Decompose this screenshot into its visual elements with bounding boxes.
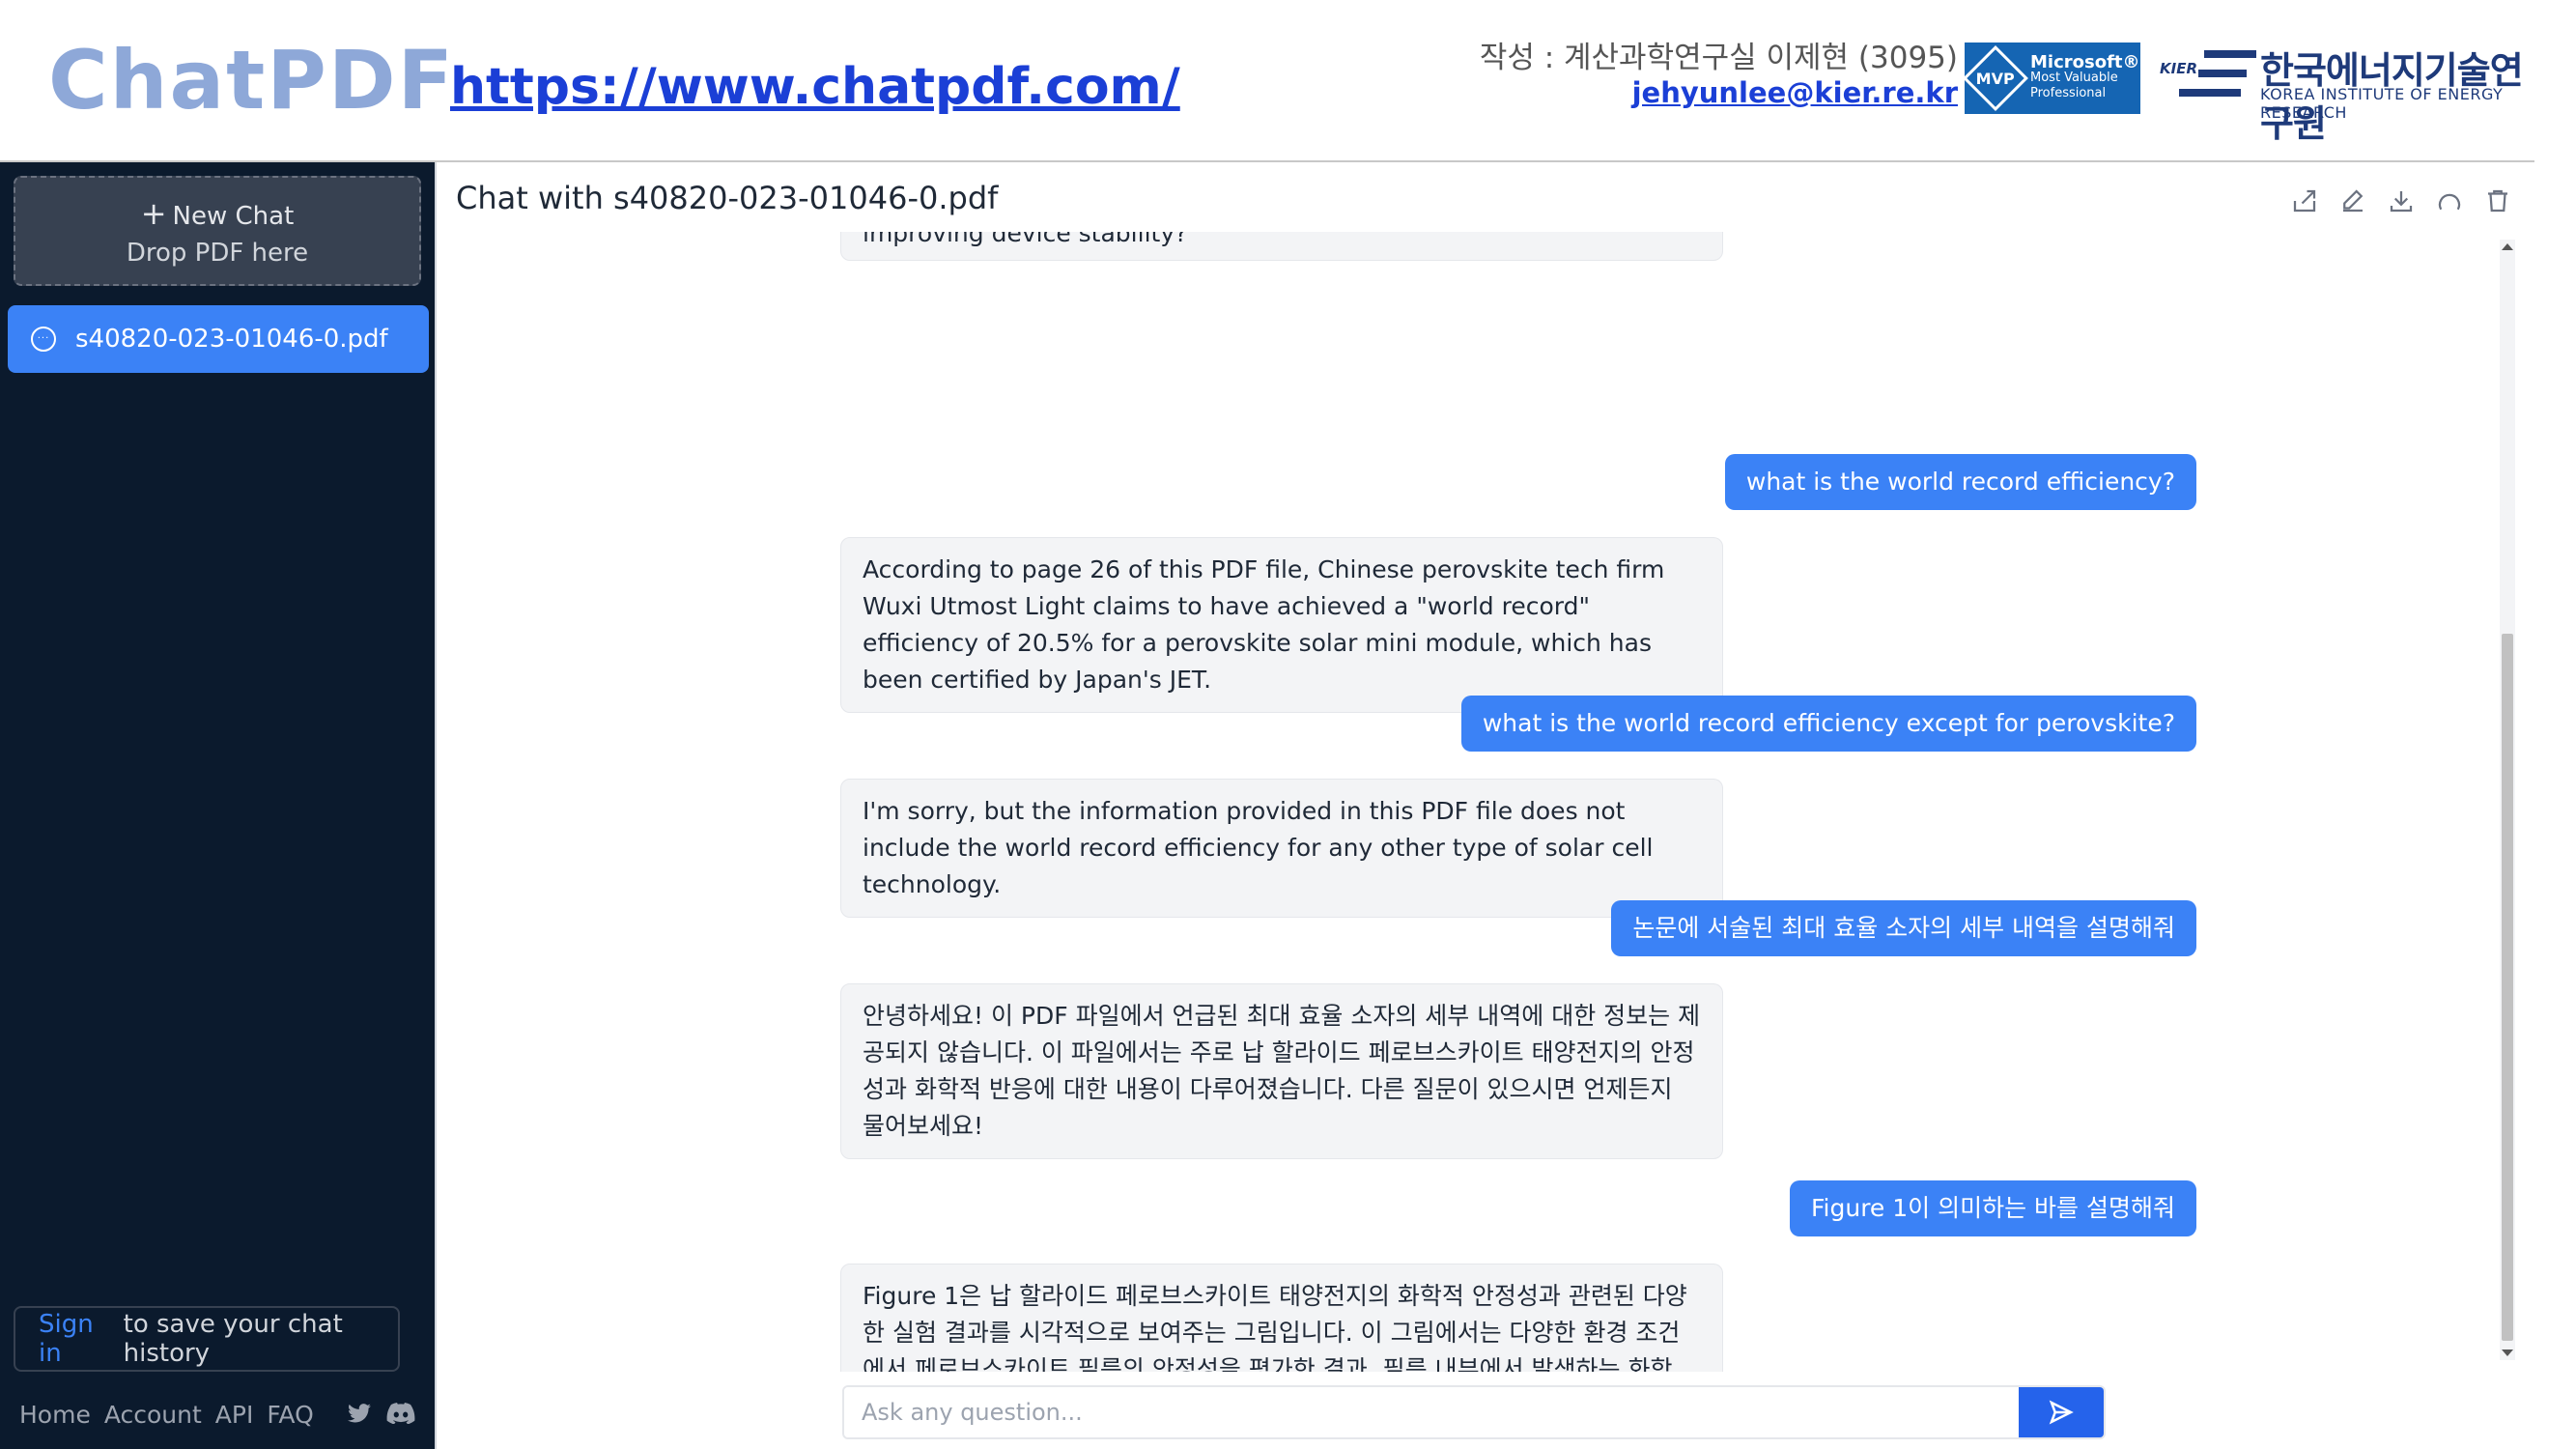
author-info: 작성 : 계산과학연구실 이제현 (3095) jehyunlee@kier.r…	[1480, 41, 1958, 110]
drop-pdf-hint: Drop PDF here	[126, 239, 309, 268]
new-chat-label: New Chat	[172, 202, 295, 231]
footer-link-faq[interactable]: FAQ	[267, 1401, 313, 1429]
brand-url-link[interactable]: https://www.chatpdf.com/	[450, 58, 1180, 116]
footer-link-home[interactable]: Home	[19, 1401, 91, 1429]
author-line: 작성 : 계산과학연구실 이제현 (3095)	[1479, 41, 1958, 75]
chat-toolbar	[2287, 184, 2515, 218]
signin-link[interactable]: Sign in	[39, 1310, 114, 1368]
kier-mark-icon: KIER	[2160, 46, 2256, 102]
footer-link-api[interactable]: API	[215, 1401, 254, 1429]
edit-icon[interactable]	[2335, 184, 2370, 218]
scrollbar-thumb[interactable]	[2502, 634, 2513, 1341]
download-icon[interactable]	[2384, 184, 2419, 218]
scroll-down-arrow-icon[interactable]	[2502, 1350, 2513, 1356]
ai-message: Figure 1은 납 할라이드 페로브스카이트 태양전지의 화학적 안정성과 …	[840, 1264, 1723, 1372]
ai-message: I'm sorry, but the information provided …	[840, 779, 1723, 918]
author-email-link[interactable]: jehyunlee@kier.re.kr	[1480, 75, 1958, 110]
kier-logo: KIER 한국에너지기술연구원 KOREA INSTITUTE OF ENERG…	[2160, 41, 2536, 145]
plus-icon: +	[140, 195, 167, 232]
ai-message: improving device stability?	[840, 232, 1723, 261]
discord-icon[interactable]	[386, 1403, 415, 1428]
user-message: what is the world record efficiency?	[1724, 454, 2196, 510]
footer-links: Home Account API FAQ	[19, 1401, 314, 1429]
message-scrollbar[interactable]	[2500, 240, 2515, 1360]
footer-link-account[interactable]: Account	[104, 1401, 202, 1429]
question-bar	[842, 1385, 2106, 1439]
send-icon	[2049, 1400, 2074, 1425]
user-message: Figure 1이 의미하는 바를 설명해줘	[1789, 1180, 2196, 1236]
slide-header: ChatPDF https://www.chatpdf.com/ 작성 : 계산…	[0, 0, 2576, 160]
chat-title: Chat with s40820-023-01046-0.pdf	[456, 180, 999, 216]
sidebar-chat-item[interactable]: ··· s40820-023-01046-0.pdf	[8, 305, 429, 373]
sidebar: + New Chat Drop PDF here ··· s40820-023-0…	[0, 162, 435, 1449]
send-button[interactable]	[2019, 1387, 2104, 1437]
question-input[interactable]	[844, 1387, 2019, 1437]
ai-message: According to page 26 of this PDF file, C…	[840, 537, 1723, 713]
trash-icon[interactable]	[2480, 184, 2515, 218]
user-message: 논문에 서술된 최대 효율 소자의 세부 내역을 설명해줘	[1611, 900, 2196, 956]
signin-prompt: Sign in to save your chat history	[14, 1306, 400, 1372]
mvp-badge: MVP Microsoft® Most Valuable Professiona…	[1963, 43, 2140, 114]
mvp-diamond-icon: MVP	[1963, 45, 2028, 111]
brand-title: ChatPDF	[48, 33, 455, 128]
sidebar-chat-label: s40820-023-01046-0.pdf	[75, 325, 388, 354]
share-icon[interactable]	[2287, 184, 2322, 218]
signin-text: to save your chat history	[123, 1310, 343, 1368]
new-chat-dropzone[interactable]: + New Chat Drop PDF here	[14, 176, 421, 286]
footer-social	[348, 1403, 415, 1428]
user-message: what is the world record efficiency exce…	[1460, 696, 2196, 752]
scroll-up-arrow-icon[interactable]	[2502, 243, 2513, 250]
kier-english-name: KOREA INSTITUTE OF ENERGY RESEARCH	[2260, 85, 2504, 122]
message-list: improving device stability? what is the …	[437, 232, 2504, 1372]
ai-message: 안녕하세요! 이 PDF 파일에서 언급된 최대 효율 소자의 세부 내역에 대…	[840, 983, 1723, 1159]
twitter-icon[interactable]	[348, 1403, 371, 1428]
chat-main: Chat with s40820-023-01046-0.pdf improvi…	[435, 162, 2534, 1449]
mvp-text: Microsoft® Most Valuable Professional	[2030, 52, 2140, 101]
reset-icon[interactable]	[2432, 184, 2467, 218]
chat-bubble-icon: ···	[31, 327, 56, 352]
